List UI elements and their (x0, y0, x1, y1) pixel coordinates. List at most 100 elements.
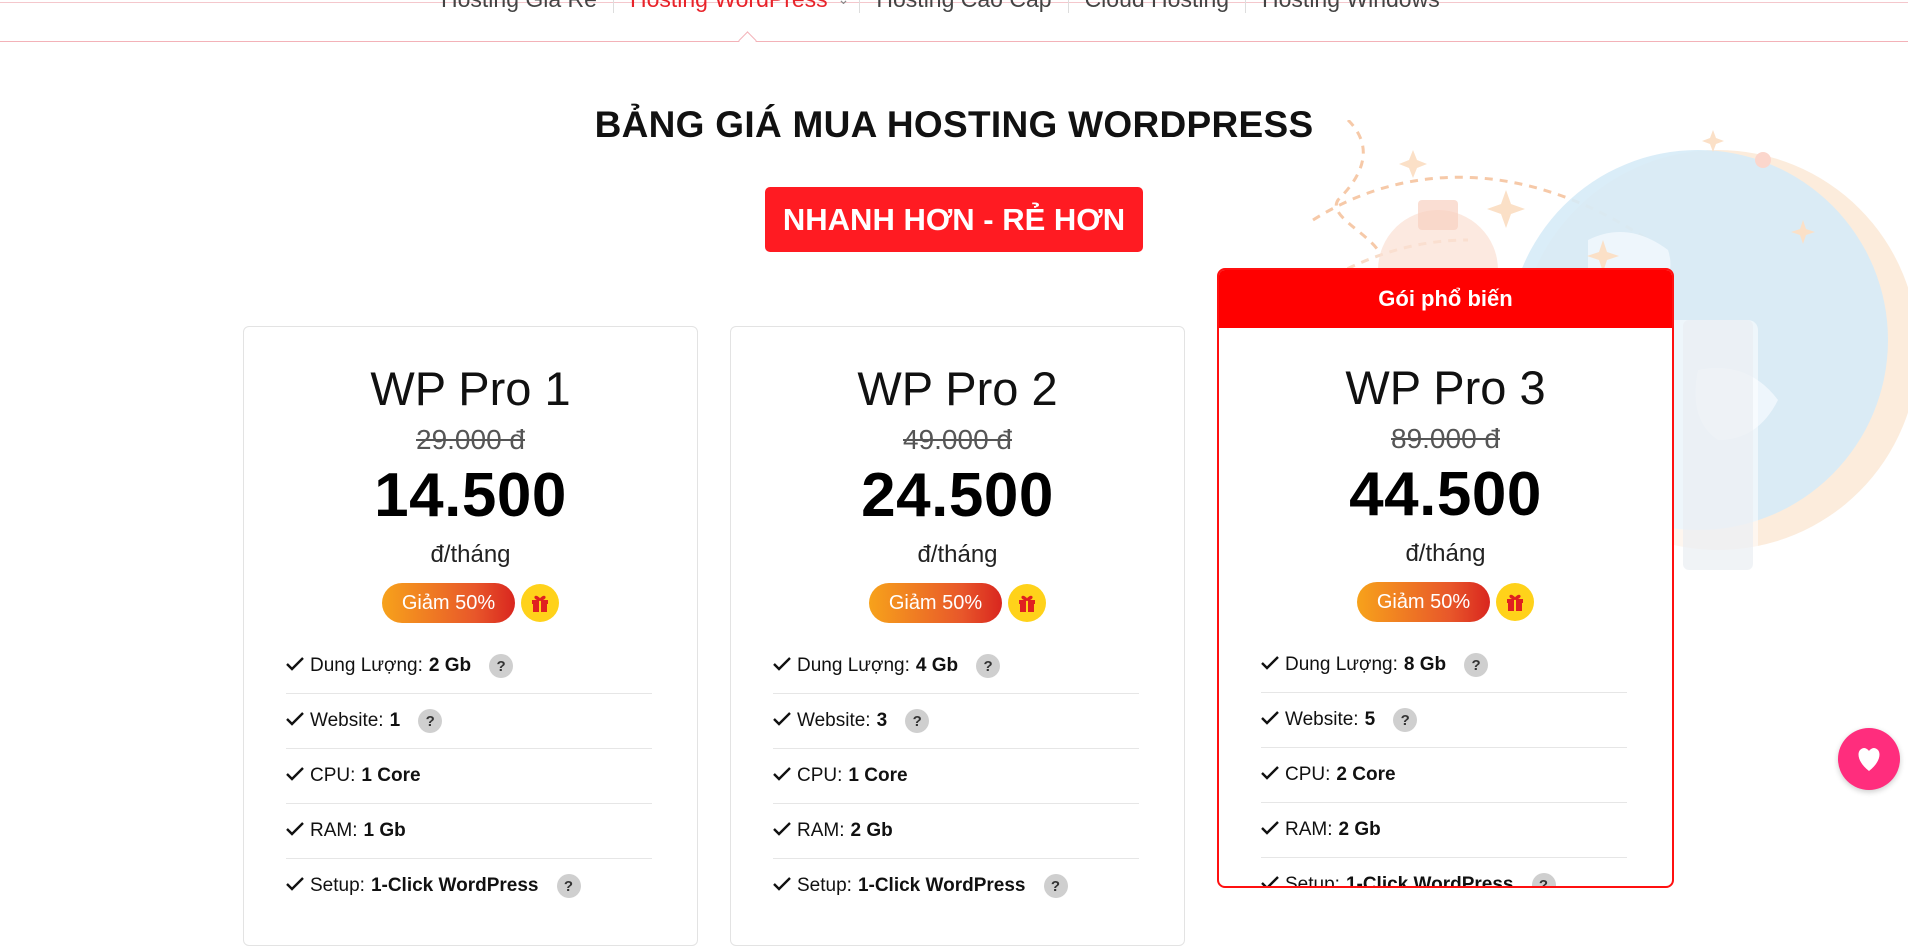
feature-value: 4 Gb (915, 655, 959, 676)
nav-active-indicator (738, 31, 757, 50)
check-icon (773, 655, 795, 677)
feature-ram: RAM: 2 Gb (773, 804, 1139, 859)
top-nav: Hosting Giá Rẻ Hosting WordPress ⌄ Hosti… (0, 0, 1908, 50)
feature-label: Dung Lượng: (1285, 654, 1398, 675)
chevron-down-icon[interactable]: ⌄ (838, 0, 850, 8)
help-icon[interactable]: ? (418, 709, 443, 733)
feature-storage: Dung Lượng: 8 Gb? (1261, 638, 1627, 693)
check-icon (286, 820, 308, 842)
feature-cpu: CPU: 2 Core (1261, 748, 1627, 803)
help-icon[interactable]: ? (1464, 653, 1489, 677)
check-icon (286, 710, 308, 732)
discount-badge: Giảm 50% (1356, 582, 1491, 622)
check-icon (773, 710, 795, 732)
feature-value: 8 Gb (1403, 654, 1447, 675)
promo-row: Giảm 50% (244, 583, 697, 623)
help-icon[interactable]: ? (1531, 873, 1556, 886)
feature-value: 2 Gb (1338, 819, 1381, 840)
help-icon[interactable]: ? (556, 874, 581, 898)
feature-label: CPU: (1285, 764, 1331, 785)
gift-icon[interactable] (1008, 584, 1047, 622)
help-icon[interactable]: ? (1043, 874, 1068, 898)
feature-label: Website: (310, 710, 384, 731)
feature-value: 1-Click WordPress (370, 875, 539, 896)
plan-card-wp-pro-1: WP Pro 1 29.000 đ 14.500 đ/tháng Giảm 50… (243, 326, 698, 946)
check-icon (286, 875, 308, 897)
feature-storage: Dung Lượng: 4 Gb? (773, 639, 1139, 694)
old-price: 29.000 đ (416, 424, 525, 455)
feature-cpu: CPU: 1 Core (773, 749, 1139, 804)
plan-name: WP Pro 1 (370, 362, 571, 415)
help-icon[interactable]: ? (976, 654, 1001, 678)
feature-value: 3 (876, 710, 888, 731)
check-icon (1261, 709, 1283, 731)
feature-setup: Setup: 1-Click WordPress? (286, 859, 652, 913)
nav-item-hosting-cao-cap[interactable]: Hosting Cao Cấp (859, 0, 1067, 13)
feature-label: Dung Lượng: (310, 655, 423, 676)
nav-items: Hosting Giá Rẻ Hosting WordPress ⌄ Hosti… (425, 0, 1456, 13)
check-icon (773, 765, 795, 787)
gift-icon[interactable] (1496, 583, 1535, 621)
feature-label: Website: (1285, 709, 1359, 730)
help-icon[interactable]: ? (905, 709, 930, 733)
feature-value: 1-Click WordPress (1345, 874, 1514, 888)
nav-item-hosting-wordpress[interactable]: Hosting WordPress (612, 0, 844, 13)
feature-label: RAM: (1285, 819, 1333, 840)
check-icon (1261, 764, 1283, 786)
price-unit: đ/tháng (430, 541, 511, 568)
help-icon[interactable]: ? (1393, 708, 1418, 732)
feature-storage: Dung Lượng: 2 Gb? (286, 639, 652, 694)
floating-heart-button[interactable] (1838, 728, 1900, 790)
check-icon (773, 820, 795, 842)
price: 24.500 (861, 461, 1054, 530)
popular-ribbon: Gói phổ biến (1219, 270, 1672, 328)
feature-list: Dung Lượng: 2 Gb? Website: 1? CPU: 1 Core R… (286, 639, 652, 913)
nav-item-cloud-hosting[interactable]: Cloud Hosting (1067, 0, 1245, 13)
feature-label: Website: (797, 710, 871, 731)
discount-badge: Giảm 50% (381, 583, 516, 623)
feature-value: 1 (389, 710, 401, 731)
check-icon (1261, 654, 1283, 676)
feature-label: RAM: (310, 820, 358, 841)
feature-ram: RAM: 2 Gb (1261, 803, 1627, 858)
price: 14.500 (374, 461, 567, 530)
feature-value: 2 Gb (850, 820, 893, 841)
help-icon[interactable]: ? (489, 654, 514, 678)
plan-card-body: WP Pro 1 29.000 đ 14.500 đ/tháng Giảm 50… (244, 361, 697, 913)
feature-label: Setup: (1285, 874, 1340, 888)
plan-card-body: WP Pro 2 49.000 đ 24.500 đ/tháng Giảm 50… (731, 361, 1184, 913)
feature-value: 1-Click WordPress (857, 875, 1026, 896)
plan-card-wp-pro-2: WP Pro 2 49.000 đ 24.500 đ/tháng Giảm 50… (730, 326, 1185, 946)
price-unit: đ/tháng (1405, 540, 1486, 567)
cta-button[interactable]: NHANH HƠN - RẺ HƠN (765, 187, 1143, 252)
feature-label: RAM: (797, 820, 845, 841)
feature-website: Website: 3? (773, 694, 1139, 749)
promo-row: Giảm 50% (1219, 582, 1672, 622)
feature-ram: RAM: 1 Gb (286, 804, 652, 859)
feature-value: 1 Core (361, 765, 421, 786)
check-icon (1261, 819, 1283, 841)
page-title: BẢNG GIÁ MUA HOSTING WORDPRESS (594, 104, 1314, 145)
promo-row: Giảm 50% (731, 583, 1184, 623)
heart-icon (1858, 748, 1880, 771)
feature-value: 2 Core (1336, 764, 1396, 785)
feature-value: 1 Gb (363, 820, 406, 841)
plan-card-wp-pro-3: Gói phổ biến WP Pro 3 89.000 đ 44.500 đ/… (1217, 268, 1674, 888)
gift-icon[interactable] (521, 584, 560, 622)
check-icon (1261, 874, 1283, 886)
nav-item-hosting-gia-re[interactable]: Hosting Giá Rẻ (425, 0, 613, 13)
plan-name: WP Pro 2 (857, 362, 1058, 415)
old-price: 49.000 đ (903, 424, 1012, 455)
discount-badge: Giảm 50% (868, 583, 1003, 623)
check-icon (286, 655, 308, 677)
check-icon (773, 875, 795, 897)
check-icon (286, 765, 308, 787)
old-price: 89.000 đ (1391, 423, 1500, 454)
nav-item-hosting-windows[interactable]: Hosting Windows (1245, 0, 1456, 13)
feature-label: CPU: (310, 765, 356, 786)
feature-value: 2 Gb (428, 655, 472, 676)
feature-list: Dung Lượng: 8 Gb? Website: 5? CPU: 2 Core R… (1261, 638, 1627, 888)
price-unit: đ/tháng (917, 541, 998, 568)
feature-list: Dung Lượng: 4 Gb? Website: 3? CPU: 1 Core R… (773, 639, 1139, 913)
feature-value: 1 Core (848, 765, 908, 786)
